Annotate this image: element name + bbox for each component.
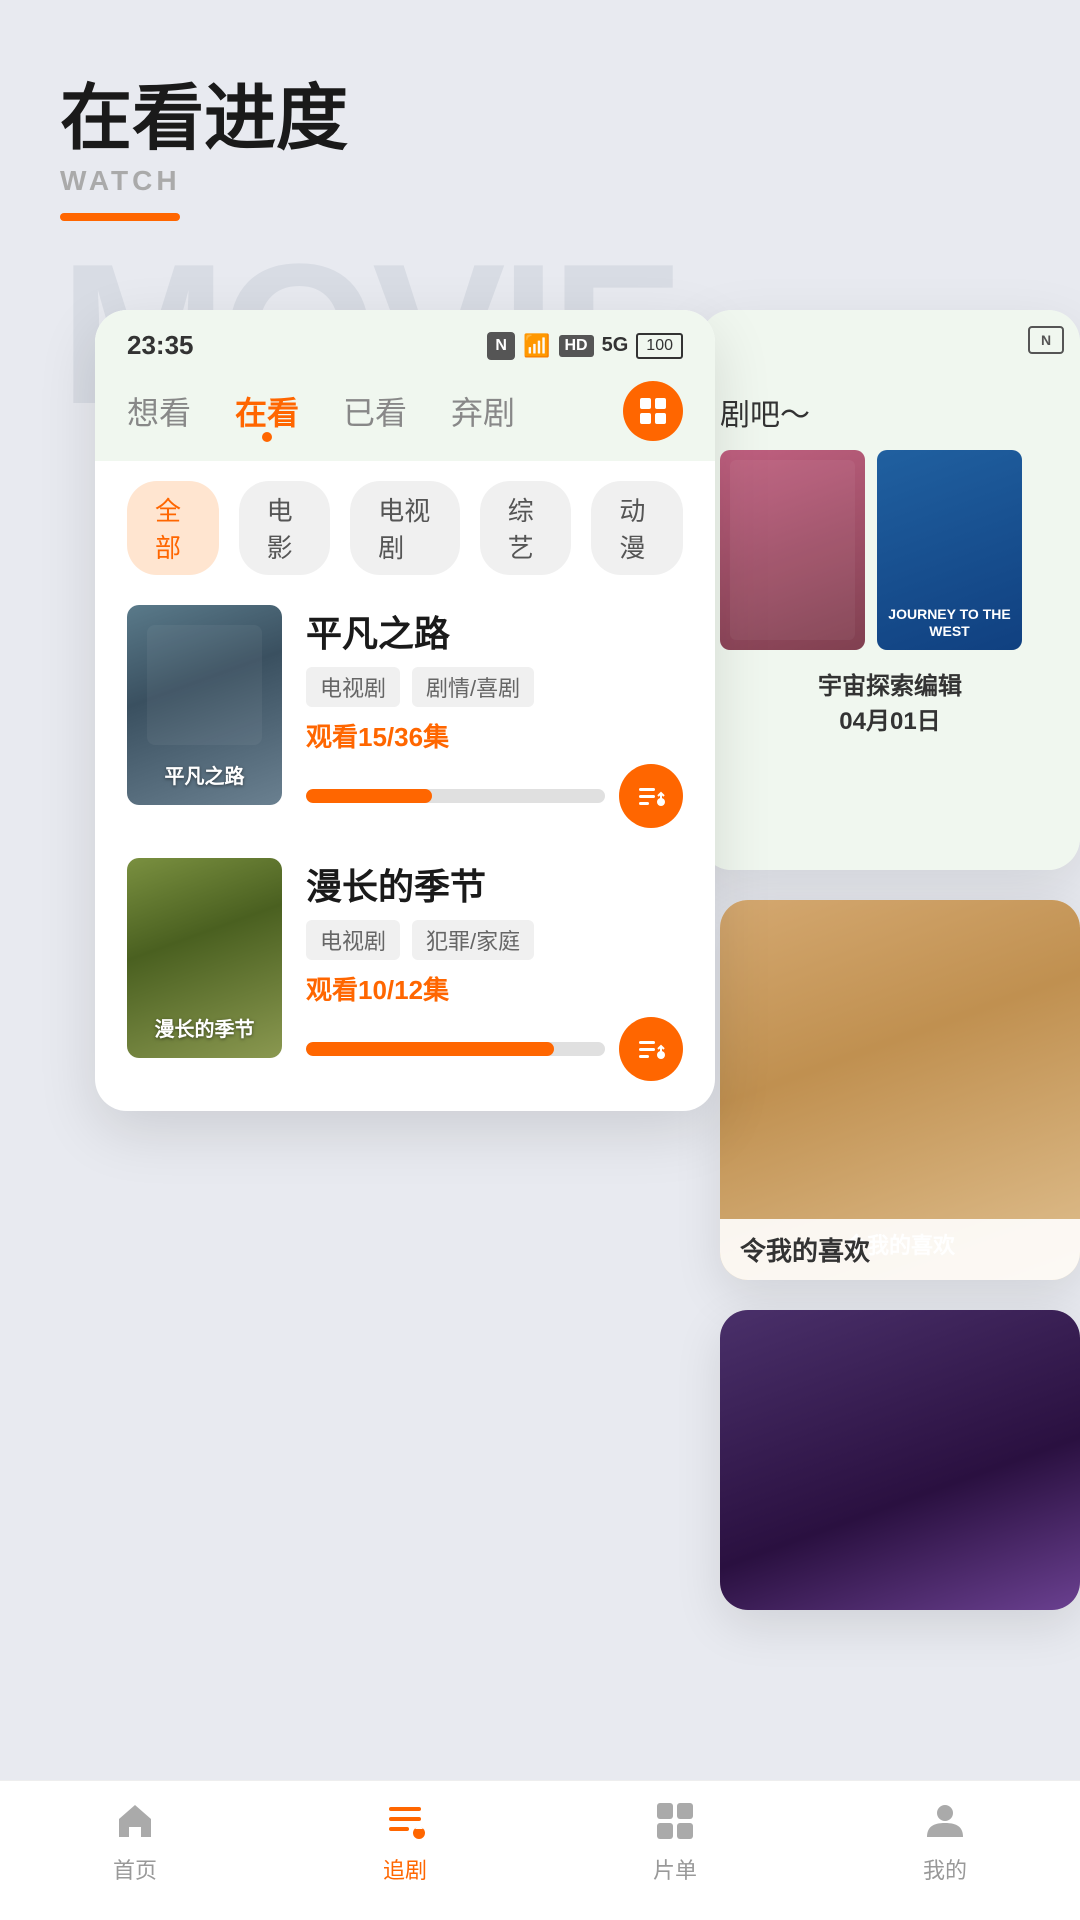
status-time: 23:35 <box>127 330 194 361</box>
progress-text-mczj: 观看10/12集 <box>306 970 683 1007</box>
inner-poster-2 <box>720 1310 1080 1610</box>
tag-genre-2: 犯罪/家庭 <box>412 920 534 960</box>
right-poster-drama <box>720 450 865 650</box>
playlist-icon <box>635 780 667 812</box>
page-title: 在看进度 <box>60 80 348 159</box>
nav-item-profile[interactable]: 我的 <box>810 1797 1080 1885</box>
movie-list: 平凡之路 电视剧 剧情/喜剧 观看15/36集 <box>95 595 715 1111</box>
right-middle-label: 令我的喜欢 <box>720 1219 1080 1280</box>
tab-watching[interactable]: 在看 <box>235 388 299 434</box>
right-card-posters <box>720 450 1060 650</box>
list-icon <box>381 1797 429 1845</box>
main-card: 23:35 N 📶 HD 5G 100 想看 在看 已看 弃剧 <box>95 310 715 1111</box>
grid-nav-icon <box>651 1797 699 1845</box>
tabs-area: 想看 在看 已看 弃剧 <box>95 371 715 461</box>
right-card-bottom: 更多 › <box>720 1310 1080 1610</box>
tab-dropped[interactable]: 弃剧 <box>451 388 515 434</box>
5g-icon: 5G <box>602 334 629 357</box>
nav-item-list[interactable]: 片单 <box>540 1797 810 1885</box>
nav-label-tracking: 追剧 <box>383 1853 427 1885</box>
hd-badge: HD <box>559 335 594 357</box>
chip-anime[interactable]: 动漫 <box>591 481 683 575</box>
header-underline <box>60 213 180 221</box>
playlist-button-mczj[interactable] <box>619 1017 683 1081</box>
tag-genre: 剧情/喜剧 <box>412 667 534 707</box>
movie-item-pfzl: 平凡之路 电视剧 剧情/喜剧 观看15/36集 <box>127 605 683 828</box>
nav-label-list: 片单 <box>653 1853 697 1885</box>
chip-variety[interactable]: 综艺 <box>480 481 572 575</box>
header: 在看进度 WATCH <box>60 80 348 221</box>
user-icon <box>921 1797 969 1845</box>
right-card-date: 宇宙探索编辑 04月01日 <box>720 666 1060 736</box>
status-icons: N 📶 HD 5G 100 <box>487 332 683 360</box>
chip-movie[interactable]: 电影 <box>239 481 331 575</box>
filter-chips: 全部 电影 电视剧 综艺 动漫 <box>95 461 715 595</box>
tab-want-to-watch[interactable]: 想看 <box>127 388 191 434</box>
movie-tags-mczj: 电视剧 犯罪/家庭 <box>306 920 683 960</box>
chip-all[interactable]: 全部 <box>127 481 219 575</box>
movie-title-mczj: 漫长的季节 <box>306 858 683 910</box>
nav-item-tracking[interactable]: 追剧 <box>270 1797 540 1885</box>
bottom-nav: 首页 追剧 片单 <box>0 1780 1080 1920</box>
movie-poster-pfzl[interactable] <box>127 605 282 805</box>
nfc-icon: N <box>1028 326 1064 354</box>
progress-bar-fill-mczj <box>306 1042 554 1056</box>
page-subtitle: WATCH <box>60 165 348 197</box>
tag-tv: 电视剧 <box>306 667 400 707</box>
right-card-middle: 更多 › 令我的喜欢 <box>720 900 1080 1280</box>
progress-bar-fill-pfzl <box>306 789 432 803</box>
wifi-icon: 📶 <box>523 333 550 359</box>
movie-info-pfzl: 平凡之路 电视剧 剧情/喜剧 观看15/36集 <box>306 605 683 828</box>
tab-watched[interactable]: 已看 <box>343 388 407 434</box>
movie-item-mczj: 漫长的季节 电视剧 犯罪/家庭 观看10/12集 <box>127 858 683 1081</box>
status-bar: 23:35 N 📶 HD 5G 100 <box>95 310 715 371</box>
nfc-status-icon: N <box>487 332 515 360</box>
right-poster-journey <box>877 450 1022 650</box>
tabs-list: 想看 在看 已看 弃剧 <box>127 388 515 434</box>
progress-row-pfzl <box>306 764 683 828</box>
progress-bar-bg-pfzl <box>306 789 605 803</box>
nav-label-home: 首页 <box>113 1853 157 1885</box>
right-card-label: 剧吧～ <box>720 390 1060 434</box>
right-card-top: N 剧吧～ 宇宙探索编辑 04月01日 <box>700 310 1080 870</box>
progress-bar-bg-mczj <box>306 1042 605 1056</box>
tag-tv-2: 电视剧 <box>306 920 400 960</box>
nav-label-profile: 我的 <box>923 1853 967 1885</box>
movie-title-pfzl: 平凡之路 <box>306 605 683 657</box>
movie-info-mczj: 漫长的季节 电视剧 犯罪/家庭 观看10/12集 <box>306 858 683 1081</box>
chip-tv[interactable]: 电视剧 <box>350 481 459 575</box>
grid-button[interactable] <box>623 381 683 441</box>
nav-item-home[interactable]: 首页 <box>0 1797 270 1885</box>
playlist-button-pfzl[interactable] <box>619 764 683 828</box>
movie-poster-mczj[interactable] <box>127 858 282 1058</box>
battery-icon: 100 <box>636 333 683 359</box>
grid-icon <box>637 395 669 427</box>
playlist-icon-2 <box>635 1033 667 1065</box>
movie-tags-pfzl: 电视剧 剧情/喜剧 <box>306 667 683 707</box>
progress-text-pfzl: 观看15/36集 <box>306 717 683 754</box>
progress-row-mczj <box>306 1017 683 1081</box>
home-icon <box>111 1797 159 1845</box>
